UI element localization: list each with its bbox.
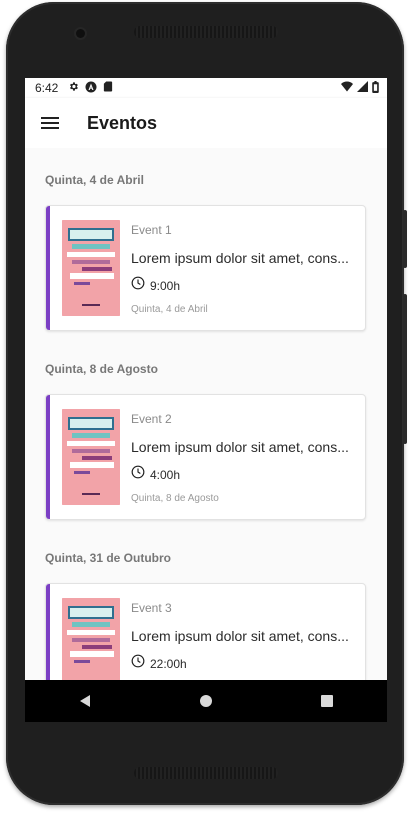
status-bar: 6:42 xyxy=(25,78,387,98)
event-time-row: 9:00h xyxy=(131,276,180,295)
system-nav-bar xyxy=(25,680,387,722)
event-description: Lorem ipsum dolor sit amet, cons... xyxy=(131,250,349,266)
event-card[interactable]: Event 2 Lorem ipsum dolor sit amet, cons… xyxy=(45,394,366,520)
event-time-row: 4:00h xyxy=(131,465,180,484)
event-card[interactable]: Event 1 Lorem ipsum dolor sit amet, cons… xyxy=(45,205,366,331)
sd-card-icon xyxy=(103,81,113,95)
event-time-row: 22:00h xyxy=(131,654,187,673)
card-accent-bar xyxy=(46,395,50,519)
event-poster-image xyxy=(62,409,120,505)
gear-icon xyxy=(68,81,79,95)
event-time: 4:00h xyxy=(150,467,181,482)
top-speaker xyxy=(134,26,278,38)
volume-button xyxy=(403,294,407,444)
event-poster-image xyxy=(62,220,120,316)
event-time: 22:00h xyxy=(150,656,187,671)
back-icon[interactable] xyxy=(55,680,115,722)
page-title: Eventos xyxy=(87,112,158,133)
event-name: Event 1 xyxy=(131,223,172,237)
battery-icon xyxy=(372,80,379,96)
clock-icon xyxy=(131,654,145,673)
app-bar: Eventos xyxy=(25,98,387,148)
clock-icon xyxy=(131,276,145,295)
home-icon[interactable] xyxy=(176,680,236,722)
event-card[interactable]: Event 3 Lorem ipsum dolor sit amet, cons… xyxy=(45,583,366,680)
event-description: Lorem ipsum dolor sit amet, cons... xyxy=(131,439,349,455)
event-description: Lorem ipsum dolor sit amet, cons... xyxy=(131,628,349,644)
bottom-speaker xyxy=(134,767,278,779)
event-list[interactable]: Quinta, 4 de Abril Event 1 Lorem ipsum d… xyxy=(25,148,387,680)
event-date: Quinta, 8 de Agosto xyxy=(131,493,219,504)
clock-icon xyxy=(131,465,145,484)
status-time: 6:42 xyxy=(35,81,59,95)
event-poster-image xyxy=(62,598,120,680)
card-accent-bar xyxy=(46,584,50,680)
front-camera xyxy=(76,29,85,38)
recents-icon[interactable] xyxy=(297,680,357,722)
a-badge-icon xyxy=(85,81,97,96)
power-button xyxy=(403,210,407,268)
event-name: Event 2 xyxy=(131,412,172,426)
hamburger-menu-icon[interactable] xyxy=(25,98,75,148)
date-header: Quinta, 4 de Abril xyxy=(45,173,144,187)
event-name: Event 3 xyxy=(131,601,172,615)
date-header: Quinta, 31 de Outubro xyxy=(45,551,172,565)
wifi-icon xyxy=(341,81,353,95)
date-header: Quinta, 8 de Agosto xyxy=(45,362,158,376)
event-date: Quinta, 4 de Abril xyxy=(131,304,208,315)
screen: 6:42 Eventos Quinta, 4 de Abril Event 1 … xyxy=(25,78,387,722)
card-accent-bar xyxy=(46,206,50,330)
signal-icon xyxy=(357,81,368,95)
event-time: 9:00h xyxy=(150,278,181,293)
